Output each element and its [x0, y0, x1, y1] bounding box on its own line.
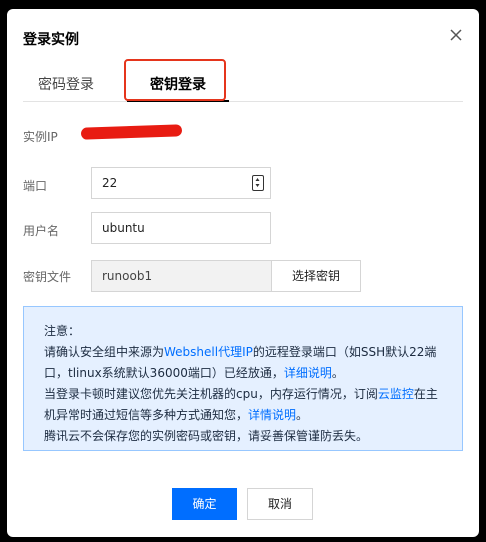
notice-line-privacy: 腾讯云不会保存您的实例密码或密钥，请妥善保管谨防丢失。 — [44, 429, 369, 443]
notice-line-monitoring: 当登录卡顿时建议您优先关注机器的cpu，内存运行情况，订阅云监控在主机异常时通过… — [44, 384, 446, 426]
login-tabs: 密码登录 密钥登录 — [23, 65, 463, 102]
notice-text: 。 — [296, 408, 309, 422]
port-label: 端口 — [23, 179, 48, 193]
cancel-button[interactable]: 取消 — [247, 488, 313, 520]
notice-box: 注意： 请确认安全组中来源为Webshell代理IP的远程登录端口（如SSH默认… — [23, 306, 463, 451]
notice-text: 。 — [331, 366, 344, 380]
redacted-ip-mark — [80, 124, 183, 140]
username-value: ubuntu — [102, 221, 145, 235]
port-input[interactable]: 22 — [91, 167, 271, 199]
confirm-button[interactable]: 确定 — [172, 488, 237, 520]
close-button[interactable] — [447, 26, 465, 44]
notice-text: 当登录卡顿时建议您优先关注机器的cpu，内存运行情况，订阅 — [44, 387, 378, 401]
key-file-label: 密钥文件 — [23, 270, 72, 284]
tab-label: 密码登录 — [38, 77, 94, 93]
dialog-title: 登录实例 — [23, 32, 79, 48]
port-value: 22 — [102, 176, 118, 190]
instance-ip-label: 实例IP — [23, 130, 58, 144]
notice-text: 请确认安全组中来源为 — [44, 345, 165, 359]
annotation-highlight-box — [124, 59, 226, 101]
notice-line-security-group: 请确认安全组中来源为Webshell代理IP的远程登录端口（如SSH默认22端口… — [44, 342, 446, 384]
tab-password-login[interactable]: 密码登录 — [23, 65, 109, 101]
username-label: 用户名 — [23, 224, 60, 238]
key-file-value: runoob1 — [102, 269, 153, 283]
login-instance-dialog: 登录实例 密码登录 密钥登录 实例IP 端口 22 用户名 ubuntu 密钥文… — [7, 9, 479, 537]
key-file-field: runoob1 — [91, 260, 272, 292]
stepper-icon[interactable] — [252, 175, 264, 191]
username-input[interactable]: ubuntu — [91, 212, 271, 244]
details-explanation-link[interactable]: 详情说明 — [248, 408, 296, 422]
webshell-proxy-ip-link[interactable]: Webshell代理IP — [164, 345, 253, 359]
cloud-monitor-link[interactable]: 云监控 — [378, 387, 414, 401]
notice-title: 注意： — [44, 324, 81, 338]
close-icon — [450, 29, 462, 41]
select-key-button[interactable]: 选择密钥 — [271, 260, 361, 292]
details-link[interactable]: 详细说明 — [284, 366, 332, 380]
